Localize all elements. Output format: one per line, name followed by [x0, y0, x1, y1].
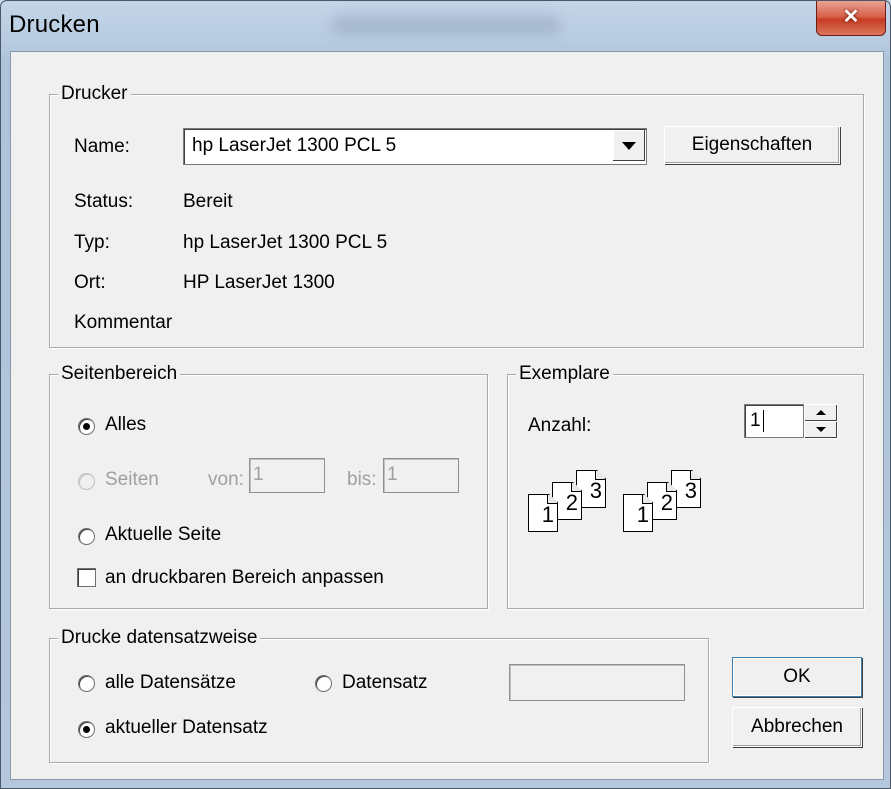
- pages-label[interactable]: Seiten: [105, 469, 159, 491]
- collate-page-icon: 1: [528, 494, 558, 532]
- text-caret: [763, 410, 764, 432]
- status-label: Status:: [74, 191, 134, 212]
- to-label: bis:: [347, 469, 377, 490]
- title-bar-background-text: [331, 15, 561, 35]
- to-value: 1: [387, 464, 398, 485]
- record-label[interactable]: Datensatz: [342, 672, 428, 694]
- current-record-label[interactable]: aktueller Datensatz: [105, 717, 268, 739]
- printer-group-legend: Drucker: [58, 83, 131, 105]
- spin-up-icon[interactable]: [804, 404, 838, 422]
- printer-name-value: hp LaserJet 1300 PCL 5: [192, 135, 397, 156]
- location-value: HP LaserJet 1300: [183, 272, 335, 293]
- radio-selected-dot: [83, 726, 90, 733]
- properties-button[interactable]: Eigenschaften: [664, 126, 840, 164]
- copies-count-value: 1: [750, 410, 761, 431]
- copies-legend: Exemplare: [516, 363, 613, 385]
- cancel-button[interactable]: Abbrechen: [732, 707, 862, 747]
- to-input[interactable]: 1: [383, 458, 459, 493]
- window-title: Drucken: [9, 11, 100, 38]
- close-icon: ✕: [842, 6, 860, 28]
- fit-to-printable-area-checkbox[interactable]: [77, 568, 96, 587]
- all-records-label[interactable]: alle Datensätze: [105, 672, 236, 694]
- record-radio[interactable]: [315, 675, 332, 692]
- ok-button[interactable]: OK: [732, 657, 862, 697]
- fit-to-printable-area-label[interactable]: an druckbaren Bereich anpassen: [105, 567, 384, 589]
- comment-label: Kommentar: [74, 312, 173, 333]
- from-input[interactable]: 1: [249, 458, 325, 493]
- spin-down-icon[interactable]: [804, 421, 838, 439]
- current-page-radio[interactable]: [78, 528, 95, 545]
- copies-count-label: Anzahl:: [528, 415, 592, 436]
- chevron-down-icon[interactable]: [612, 130, 645, 161]
- close-button[interactable]: ✕: [816, 1, 886, 36]
- record-input[interactable]: [509, 664, 685, 701]
- all-records-radio[interactable]: [78, 675, 95, 692]
- dialog-body: Drucker Name: hp LaserJet 1300 PCL 5 Eig…: [10, 51, 884, 780]
- copies-count-input[interactable]: 1: [744, 404, 804, 438]
- print-dialog: Drucken ✕ Drucker Name: hp LaserJet 1300…: [0, 0, 891, 789]
- radio-selected-dot: [83, 423, 90, 430]
- title-bar[interactable]: Drucken ✕: [1, 1, 890, 51]
- printer-name-label: Name:: [74, 136, 130, 157]
- pages-radio[interactable]: [78, 473, 95, 490]
- from-value: 1: [253, 464, 264, 485]
- location-label: Ort:: [74, 272, 106, 293]
- type-value: hp LaserJet 1300 PCL 5: [183, 232, 388, 253]
- current-record-radio[interactable]: [78, 721, 95, 738]
- all-pages-radio[interactable]: [78, 418, 95, 435]
- copies-spinner[interactable]: [804, 404, 838, 439]
- type-label: Typ:: [74, 232, 110, 253]
- records-legend: Drucke datensatzweise: [58, 627, 261, 649]
- all-pages-label[interactable]: Alles: [105, 414, 146, 436]
- collate-page-icon: 1: [623, 494, 653, 532]
- page-range-legend: Seitenbereich: [58, 363, 181, 385]
- status-value: Bereit: [183, 191, 233, 212]
- printer-name-select[interactable]: hp LaserJet 1300 PCL 5: [183, 128, 647, 165]
- from-label: von:: [208, 469, 244, 490]
- current-page-label[interactable]: Aktuelle Seite: [105, 524, 221, 546]
